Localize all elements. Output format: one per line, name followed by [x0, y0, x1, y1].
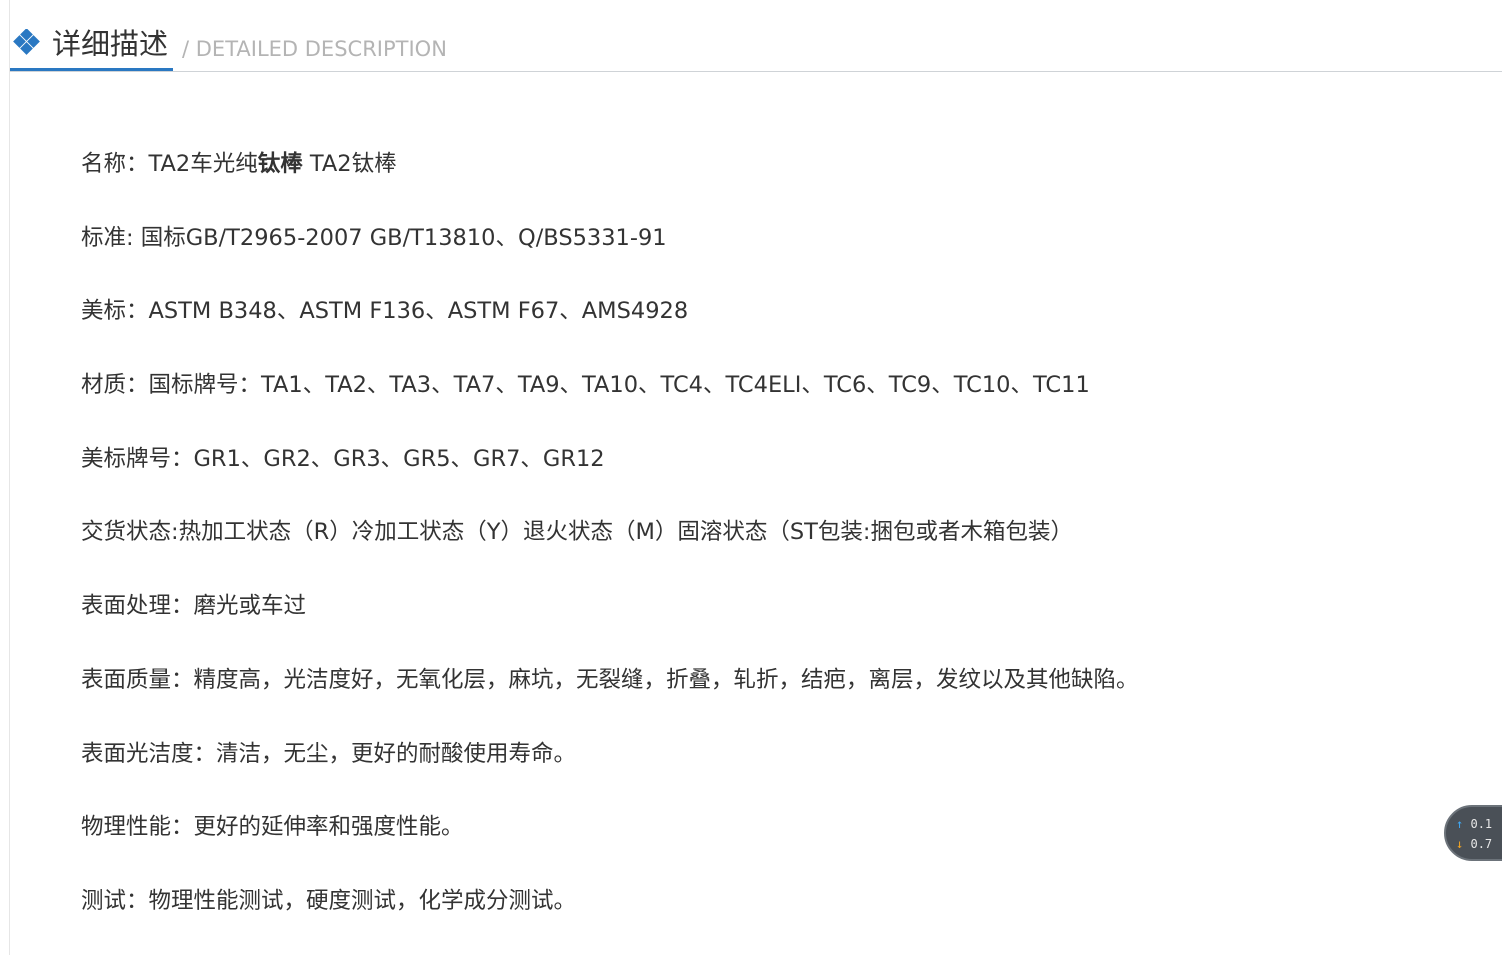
spec-line-standard: 标准: 国标GB/T2965-2007 GB/T13810、Q/BS5331-9… [81, 224, 667, 251]
spec-line-astm: 美标：ASTM B348、ASTM F136、ASTM F67、AMS4928 [81, 298, 689, 325]
header-active-tab: 详细描述 [10, 0, 173, 71]
spec-line-material: 材质：国标牌号：TA1、TA2、TA3、TA7、TA9、TA10、TC4、TC4… [81, 372, 1090, 399]
keyword-bold: 钛棒 [257, 151, 303, 177]
spec-line-physical: 物理性能：更好的延伸率和强度性能。 [81, 814, 464, 841]
description-content: 名称：TA2车光纯钛棒 TA2钛棒 标准: 国标GB/T2965-2007 GB… [81, 145, 1502, 955]
spec-line-us-grade: 美标牌号：GR1、GR2、GR3、GR5、GR7、GR12 [81, 445, 605, 472]
download-speed: 0.7 [1470, 837, 1493, 851]
network-speed-widget[interactable]: ↑ 0.1 ↓ 0.7 [1444, 805, 1502, 861]
spec-line-surface-quality: 表面质量：精度高，光洁度好，无氧化层，麻坑，无裂缝，折叠，轧折，结疤，离层，发纹… [81, 666, 1139, 693]
upload-speed: 0.1 [1470, 817, 1493, 831]
spec-line-delivery: 交货状态:热加工状态（R）冷加工状态（Y）退火状态（M）固溶状态（ST包装:捆包… [81, 519, 1073, 546]
spec-line-name: 名称：TA2车光纯钛棒 TA2钛棒 [81, 151, 397, 177]
diamond-grid-icon [13, 29, 40, 55]
spec-line-testing: 测试：物理性能测试，硬度测试，化学成分测试。 [81, 887, 577, 914]
arrow-down-icon: ↓ [1456, 837, 1464, 851]
section-header: 详细描述 / DETAILED DESCRIPTION [10, 0, 1502, 72]
section-subtitle: / DETAILED DESCRIPTION [182, 37, 447, 61]
spec-line-finish: 表面光洁度：清洁，无尘，更好的耐酸使用寿命。 [81, 740, 577, 767]
arrow-up-icon: ↑ [1456, 817, 1464, 831]
spec-line-surface-treatment: 表面处理：磨光或车过 [81, 593, 307, 620]
section-title: 详细描述 [52, 27, 169, 61]
page: 详细描述 / DETAILED DESCRIPTION 名称：TA2车光纯钛棒 … [9, 0, 1502, 955]
